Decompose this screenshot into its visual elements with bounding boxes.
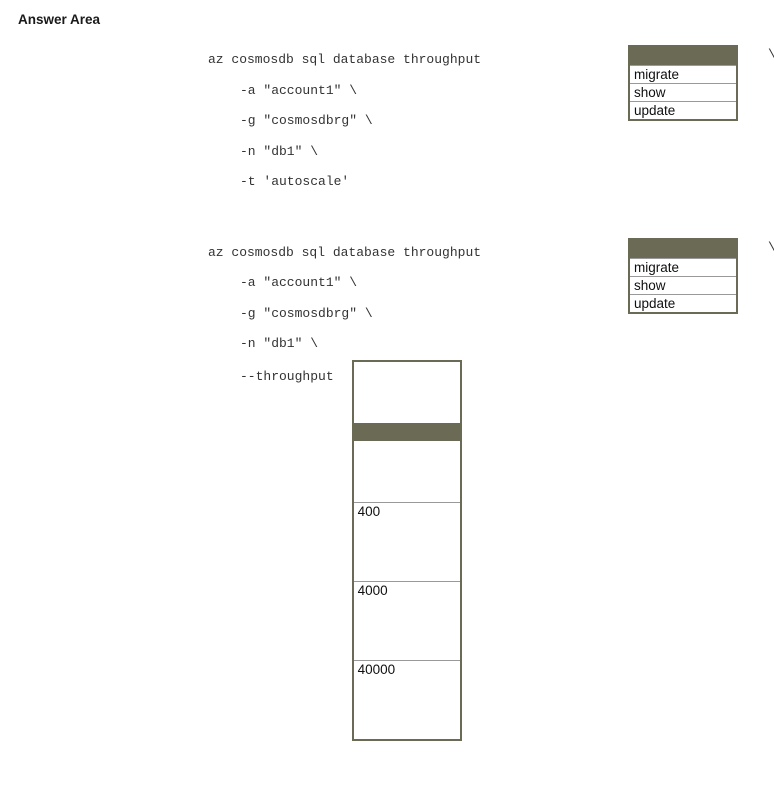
dropdown-option-40000[interactable]: 40000 [354,660,460,678]
dropdown-option-show[interactable]: show [630,83,736,101]
dropdown-option-migrate[interactable]: migrate [630,65,736,83]
throughput-flag: --throughput [240,360,334,393]
dropdown-command-1[interactable]: migrate show update [628,45,738,121]
dropdown-header [630,240,736,258]
dropdown-option-400[interactable]: 400 [354,502,460,520]
code-line: -n "db1" \ [208,329,756,360]
line-continuation: \ [768,47,774,62]
dropdown-option-migrate[interactable]: migrate [630,258,736,276]
dropdown-option-4000[interactable]: 4000 [354,581,460,599]
dropdown-command-2[interactable]: migrate show update [628,238,738,314]
dropdown-header [630,47,736,65]
dropdown-header [354,423,460,441]
answer-area-title: Answer Area [18,12,756,27]
code-block-2: migrate show update \ az cosmosdb sql da… [208,238,756,742]
dropdown-option-update[interactable]: update [630,294,736,312]
line-continuation: \ [768,240,774,255]
code-line: -t 'autoscale' [208,167,756,198]
dropdown-throughput[interactable]: 400 4000 40000 [352,360,462,741]
code-block-1: migrate show update \ az cosmosdb sql da… [208,45,756,198]
code-line: -n "db1" \ [208,137,756,168]
code-line-throughput: --throughput 400 4000 40000 [208,360,756,741]
dropdown-option-update[interactable]: update [630,101,736,119]
dropdown-option-show[interactable]: show [630,276,736,294]
answer-area: migrate show update \ az cosmosdb sql da… [18,45,756,741]
